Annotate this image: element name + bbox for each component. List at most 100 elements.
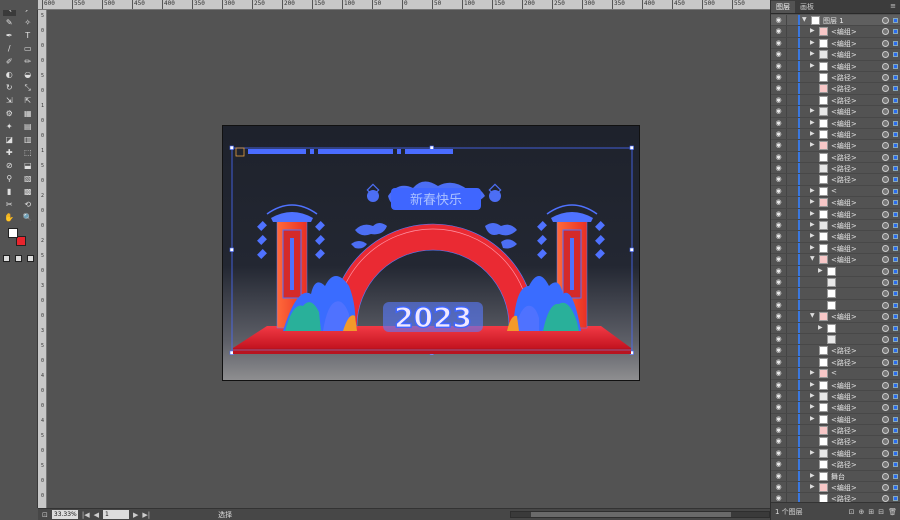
panel-footer-icon[interactable]: ⊟ [878,508,884,516]
selection-indicator[interactable] [893,496,898,502]
visibility-eye-icon[interactable]: ◉ [774,28,783,35]
lock-column[interactable] [786,242,787,254]
selection-indicator[interactable] [893,405,898,411]
lock-column[interactable] [786,447,787,459]
target-circle-icon[interactable] [882,313,889,321]
layer-row[interactable]: ◉ ▶ <编组> [771,128,900,141]
tool-icon[interactable]: ✦ [3,120,16,133]
selection-indicator[interactable] [893,211,898,217]
layer-row[interactable]: ◉ ▶ <编组> [771,231,900,243]
lock-column[interactable] [786,231,787,242]
expand-arrow-icon[interactable]: ▶ [810,50,815,57]
visibility-eye-icon[interactable]: ◉ [774,85,783,92]
selection-indicator[interactable] [893,450,898,456]
selection-indicator[interactable] [893,40,898,46]
visibility-eye-icon[interactable]: ◉ [774,244,783,252]
lock-column[interactable] [786,185,787,197]
tool-icon[interactable]: ⟲ [21,198,34,211]
visibility-eye-icon[interactable]: ◉ [774,62,783,70]
expand-arrow-icon[interactable]: ▶ [810,198,815,205]
tool-icon[interactable]: ▧ [21,172,34,185]
selection-indicator[interactable] [893,462,898,468]
expand-arrow-icon[interactable]: ▶ [810,369,815,376]
lock-column[interactable] [786,49,787,60]
layer-row[interactable]: ◉ ▶ [771,265,900,277]
selection-indicator[interactable] [893,291,898,297]
expand-arrow-icon[interactable]: ▶ [810,403,815,410]
lock-column[interactable] [786,322,787,333]
vertical-ruler[interactable]: 5 0 0 0 5 0 1 0 0 1 5 0 2 0 0 2 5 0 3 0 0 3 5 0 4 0 0 4 5 0 5 0 0 [38,10,47,508]
target-circle-icon[interactable] [882,358,889,366]
layer-name[interactable]: <路径> [831,460,857,470]
target-circle-icon[interactable] [882,244,889,252]
selection-indicator[interactable] [893,416,898,422]
expand-arrow-icon[interactable]: ▶ [810,232,815,239]
tool-icon[interactable]: ⚙ [3,107,16,120]
selection-indicator[interactable] [893,268,898,274]
visibility-eye-icon[interactable]: ◉ [774,130,783,138]
layer-row[interactable]: ◉ <路径> [771,356,900,369]
layer-name[interactable]: <编组> [831,27,857,37]
expand-arrow-icon[interactable]: ▶ [810,130,815,137]
visibility-eye-icon[interactable]: ◉ [774,358,783,366]
visibility-eye-icon[interactable]: ◉ [774,427,783,434]
horizontal-ruler[interactable]: 600 550 500 450 400 350 300 250 200 150 100 50 0 50 10… [38,0,770,10]
selection-indicator[interactable] [893,371,898,377]
expand-arrow-icon[interactable]: ▶ [810,187,815,194]
panel-footer-icon[interactable]: ⊕ [858,508,864,516]
tool-icon[interactable]: ⚲ [3,172,16,185]
color-swatches[interactable] [0,226,37,252]
visibility-eye-icon[interactable]: ◉ [774,73,783,81]
target-circle-icon[interactable] [882,28,889,36]
tool-icon[interactable]: ⇱ [21,94,34,107]
lock-column[interactable] [786,71,787,83]
layer-row[interactable]: ◉ ▶ <编组> [771,390,900,403]
target-circle-icon[interactable] [882,290,889,298]
lock-column[interactable] [786,37,787,49]
layer-row[interactable]: ◉ <路径> [771,459,900,471]
horizontal-scrollbar-thumb[interactable] [531,512,731,517]
layer-name[interactable]: <编组> [831,255,857,265]
lock-column[interactable] [786,60,787,71]
tool-icon[interactable]: ▭ [21,42,34,55]
layer-name[interactable]: <编组> [831,449,857,459]
visibility-eye-icon[interactable]: ◉ [774,347,783,354]
layer-row[interactable]: ◉ [771,276,900,289]
layer-row[interactable]: ◉ ▶ 舞台 [771,470,900,483]
selection-indicator[interactable] [893,74,898,80]
expand-arrow-icon[interactable]: ▶ [810,415,815,422]
layer-name[interactable]: <编组> [831,50,857,60]
target-circle-icon[interactable] [882,85,889,93]
target-circle-icon[interactable] [882,96,889,104]
tool-icon[interactable]: ▥ [21,133,34,146]
target-circle-icon[interactable] [882,256,889,264]
layer-name[interactable]: < [831,187,837,195]
expand-arrow-icon[interactable]: ▶ [810,221,815,228]
target-circle-icon[interactable] [882,461,889,469]
lock-column[interactable] [786,140,787,151]
prev-artboard-button[interactable]: ◀ [94,511,99,519]
tool-icon[interactable]: ▩ [21,185,34,198]
lock-column[interactable] [786,220,787,231]
fill-swatch[interactable] [8,228,18,238]
tool-icon[interactable]: ⊘ [3,159,16,172]
lock-column[interactable] [786,470,787,482]
layer-name[interactable]: <路径> [831,153,857,163]
visibility-eye-icon[interactable]: ◉ [774,472,783,480]
lock-column[interactable] [786,288,787,299]
layer-name[interactable]: <编组> [831,39,857,49]
layer-row[interactable]: ◉ ▶ <编组> [771,402,900,414]
layer-row[interactable]: ◉ [771,299,900,312]
target-circle-icon[interactable] [882,130,889,138]
tool-icon[interactable]: ⤡ [21,81,34,94]
layer-name[interactable]: <编组> [831,119,857,129]
target-circle-icon[interactable] [882,233,889,241]
selection-indicator[interactable] [893,393,898,399]
selection-indicator[interactable] [893,120,898,126]
color-mode-icon[interactable] [25,252,37,265]
tool-icon[interactable]: ✏ [21,55,34,68]
layer-row[interactable]: ◉ ▶ <编组> [771,379,900,391]
panel-footer-icon[interactable]: 🗑 [888,508,897,516]
visibility-eye-icon[interactable]: ◉ [774,313,783,320]
tool-icon[interactable]: ⬓ [21,159,34,172]
